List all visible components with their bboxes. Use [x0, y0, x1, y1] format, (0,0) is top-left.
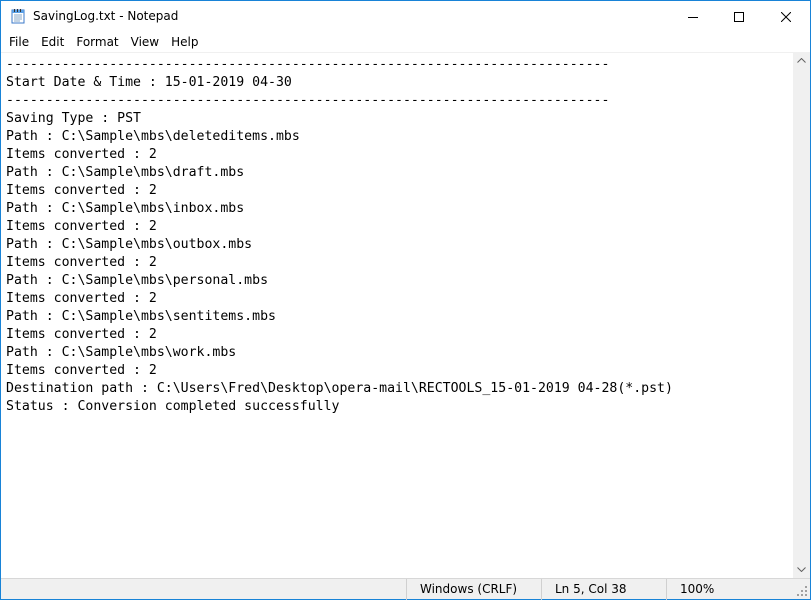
title-bar[interactable]: SavingLog.txt - Notepad	[1, 1, 810, 32]
menu-format[interactable]: Format	[70, 32, 124, 52]
maximize-button[interactable]	[716, 1, 762, 32]
cursor-position-status: Ln 5, Col 38	[541, 579, 666, 600]
window-title: SavingLog.txt - Notepad	[33, 9, 179, 23]
notepad-window: SavingLog.txt - Notepad File Edit Format…	[0, 0, 811, 600]
menu-view[interactable]: View	[125, 32, 165, 52]
close-button[interactable]	[762, 1, 810, 32]
minimize-icon	[688, 16, 698, 18]
editor-content[interactable]: ----------------------------------------…	[6, 56, 673, 416]
maximize-icon	[734, 11, 744, 22]
vertical-scrollbar[interactable]	[793, 52, 810, 578]
zoom-status: 100%	[666, 579, 793, 600]
notepad-icon[interactable]	[10, 8, 26, 24]
menu-bar: File Edit Format View Help	[1, 32, 810, 52]
chevron-down-icon	[797, 567, 806, 572]
menu-edit[interactable]: Edit	[35, 32, 70, 52]
text-editor[interactable]: ----------------------------------------…	[1, 52, 793, 578]
line-ending-status: Windows (CRLF)	[406, 579, 541, 600]
minimize-button[interactable]	[670, 1, 716, 32]
size-grip-icon[interactable]	[796, 585, 808, 597]
status-bar: Windows (CRLF) Ln 5, Col 38 100%	[1, 578, 810, 600]
menu-file[interactable]: File	[3, 32, 35, 52]
menu-help[interactable]: Help	[165, 32, 204, 52]
close-icon	[781, 11, 791, 22]
scroll-up-button[interactable]	[793, 52, 810, 69]
scroll-down-button[interactable]	[793, 561, 810, 578]
chevron-up-icon	[797, 58, 806, 63]
